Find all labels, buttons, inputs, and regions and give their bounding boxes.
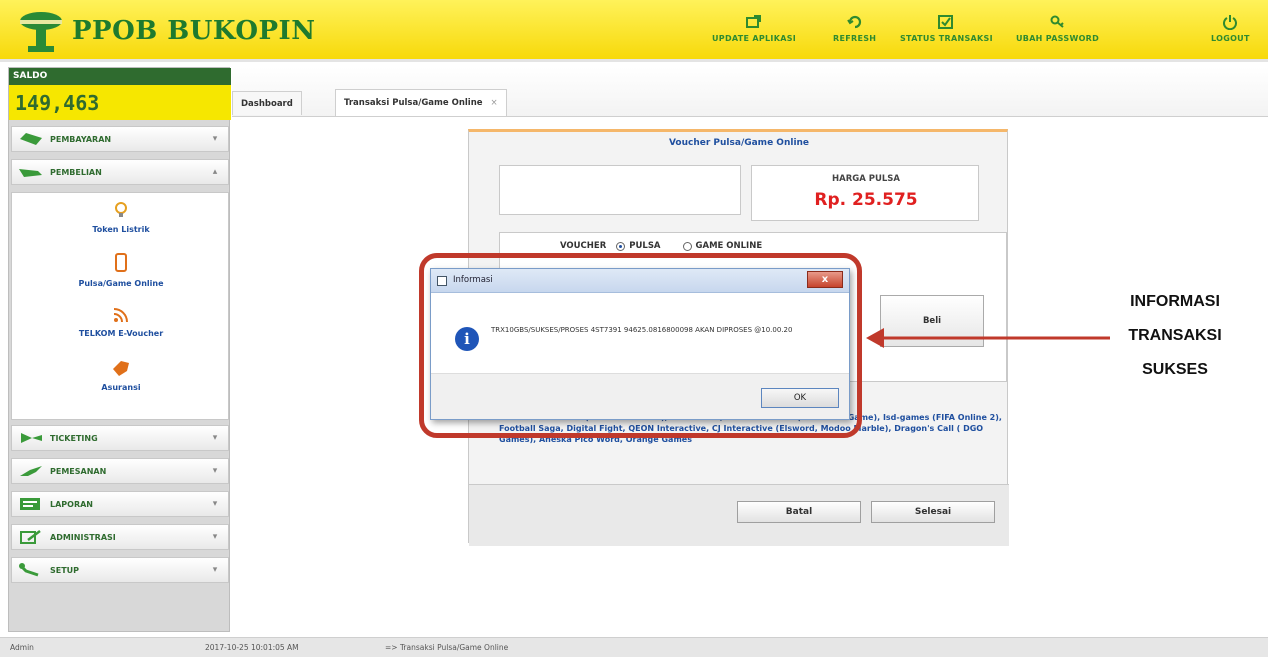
- refresh-label: REFRESH: [833, 34, 877, 43]
- wrench-icon: [19, 563, 39, 577]
- submenu-label: Pulsa/Game Online: [78, 279, 164, 288]
- status-user: Admin: [10, 643, 34, 652]
- batal-button[interactable]: Batal: [737, 501, 861, 523]
- price-box: HARGA PULSA Rp. 25.575: [751, 165, 979, 221]
- edit-icon: [20, 530, 41, 544]
- refresh-button[interactable]: REFRESH: [833, 14, 876, 58]
- refresh-icon: [846, 14, 864, 30]
- sidebar-item-label: PEMBAYARAN: [50, 134, 112, 144]
- product-display-box: [499, 165, 741, 215]
- submenu-label: Asuransi: [101, 383, 141, 392]
- sidebar-item-pembayaran[interactable]: PEMBAYARAN ▾: [11, 126, 229, 152]
- tab-label: Dashboard: [241, 98, 293, 109]
- phone-icon: [115, 253, 127, 272]
- price-label: HARGA PULSA: [832, 174, 900, 184]
- chevron-down-icon: ▾: [212, 532, 218, 542]
- price-value: Rp. 25.575: [814, 190, 918, 210]
- sidebar-item-setup[interactable]: SETUP ▾: [11, 557, 229, 583]
- bukopin-logo: [20, 12, 62, 52]
- radio-game-online-label: GAME ONLINE: [695, 241, 763, 251]
- tag-icon: [113, 361, 129, 376]
- logout-label: LOGOUT: [1211, 34, 1250, 43]
- submenu-asuransi[interactable]: Asuransi: [12, 359, 230, 392]
- sidebar-item-label: LAPORAN: [50, 499, 93, 509]
- sidebar-item-label: SETUP: [50, 565, 80, 575]
- submenu-telkom-e-voucher[interactable]: TELKOM E-Voucher: [12, 307, 230, 338]
- sidebar-item-label: TICKETING: [50, 433, 98, 443]
- status-datetime: 2017-10-25 10:01:05 AM: [205, 643, 299, 652]
- sidebar-item-label: PEMESANAN: [50, 466, 107, 476]
- sidebar-item-ticketing[interactable]: TICKETING ▾: [11, 425, 229, 451]
- chevron-down-icon: ▾: [212, 433, 218, 443]
- sidebar-item-label: ADMINISTRASI: [50, 532, 116, 542]
- pembelian-submenu: Token Listrik Pulsa/Game Online TELKOM E…: [11, 192, 229, 420]
- tab-bar: Dashboard Transaksi Pulsa/Game Online ×: [232, 67, 1268, 117]
- tab-label: Transaksi Pulsa/Game Online: [344, 98, 483, 108]
- submenu-pulsa-game-online[interactable]: Pulsa/Game Online: [12, 253, 230, 288]
- annotation-line: SUKSES: [1142, 361, 1208, 378]
- chevron-down-icon: ▾: [212, 466, 218, 476]
- radio-game-online[interactable]: [682, 241, 692, 251]
- chevron-up-icon: ▴: [212, 167, 218, 177]
- selesai-button[interactable]: Selesai: [871, 501, 995, 523]
- chevron-down-icon: ▾: [212, 499, 218, 509]
- voucher-label: VOUCHER: [560, 241, 607, 251]
- form-title: Voucher Pulsa/Game Online: [668, 138, 810, 148]
- annotation-line: INFORMASI: [1130, 293, 1220, 310]
- voucher-type-row: VOUCHER PULSA GAME ONLINE: [560, 241, 762, 251]
- annotation-arrow: [866, 328, 1110, 348]
- ticket-icon: [21, 433, 42, 443]
- app-window: PPOB BUKOPIN UPDATE APLIKASI REFRESH STA…: [0, 0, 1268, 657]
- annotation-line: TRANSAKSI: [1128, 327, 1222, 344]
- sidebar-item-laporan[interactable]: LAPORAN ▾: [11, 491, 229, 517]
- saldo-label: SALDO: [9, 68, 231, 85]
- ubah-password-label: UBAH PASSWORD: [1016, 34, 1100, 43]
- tab-dashboard[interactable]: Dashboard: [232, 91, 302, 115]
- status-page: => Transaksi Pulsa/Game Online: [385, 643, 509, 652]
- status-icon: [937, 14, 955, 30]
- bulb-icon: [115, 202, 127, 217]
- radio-pulsa[interactable]: [616, 241, 626, 251]
- tab-transaksi-pulsa[interactable]: Transaksi Pulsa/Game Online ×: [335, 89, 507, 116]
- plane-icon: [20, 466, 42, 476]
- header-bar: PPOB BUKOPIN UPDATE APLIKASI REFRESH STA…: [0, 0, 1268, 62]
- sidebar: SALDO 149,463 PEMBAYARAN ▾ PEMBELIAN ▴ T…: [8, 67, 231, 632]
- highlight-frame: [419, 253, 862, 438]
- sidebar-item-label: PEMBELIAN: [50, 167, 102, 177]
- rss-icon: [113, 308, 128, 323]
- saldo-value: 149,463: [9, 85, 231, 120]
- key-icon: [1049, 14, 1067, 30]
- cart-icon: [19, 169, 42, 177]
- logout-button[interactable]: LOGOUT: [1211, 14, 1250, 58]
- saldo-box: SALDO 149,463: [9, 68, 231, 120]
- update-icon: [745, 14, 763, 30]
- power-icon: [1221, 14, 1239, 30]
- submenu-label: TELKOM E-Voucher: [78, 329, 164, 338]
- status-bar: Admin 2017-10-25 10:01:05 AM => Transaks…: [0, 637, 1268, 657]
- update-aplikasi-button[interactable]: UPDATE APLIKASI: [712, 14, 796, 58]
- status-transaksi-label: STATUS TRANSAKSI: [900, 34, 993, 43]
- tag-icon: [20, 133, 42, 145]
- sidebar-item-pembelian[interactable]: PEMBELIAN ▴: [11, 159, 229, 185]
- update-aplikasi-label: UPDATE APLIKASI: [712, 34, 797, 43]
- submenu-label: Token Listrik: [92, 225, 150, 234]
- chevron-down-icon: ▾: [212, 565, 218, 575]
- submenu-token-listrik[interactable]: Token Listrik: [12, 201, 230, 234]
- annotation-text: INFORMASI TRANSAKSI SUKSES: [1090, 285, 1260, 387]
- close-icon[interactable]: ×: [491, 98, 498, 108]
- form-footer: Batal Selesai: [469, 484, 1009, 546]
- status-transaksi-button[interactable]: STATUS TRANSAKSI: [900, 14, 993, 58]
- app-title: PPOB BUKOPIN: [72, 16, 316, 46]
- radio-pulsa-label: PULSA: [629, 241, 661, 251]
- ubah-password-button[interactable]: UBAH PASSWORD: [1016, 14, 1099, 58]
- sidebar-item-pemesanan[interactable]: PEMESANAN ▾: [11, 458, 229, 484]
- sidebar-item-administrasi[interactable]: ADMINISTRASI ▾: [11, 524, 229, 550]
- report-icon: [20, 498, 40, 510]
- chevron-down-icon: ▾: [212, 134, 218, 144]
